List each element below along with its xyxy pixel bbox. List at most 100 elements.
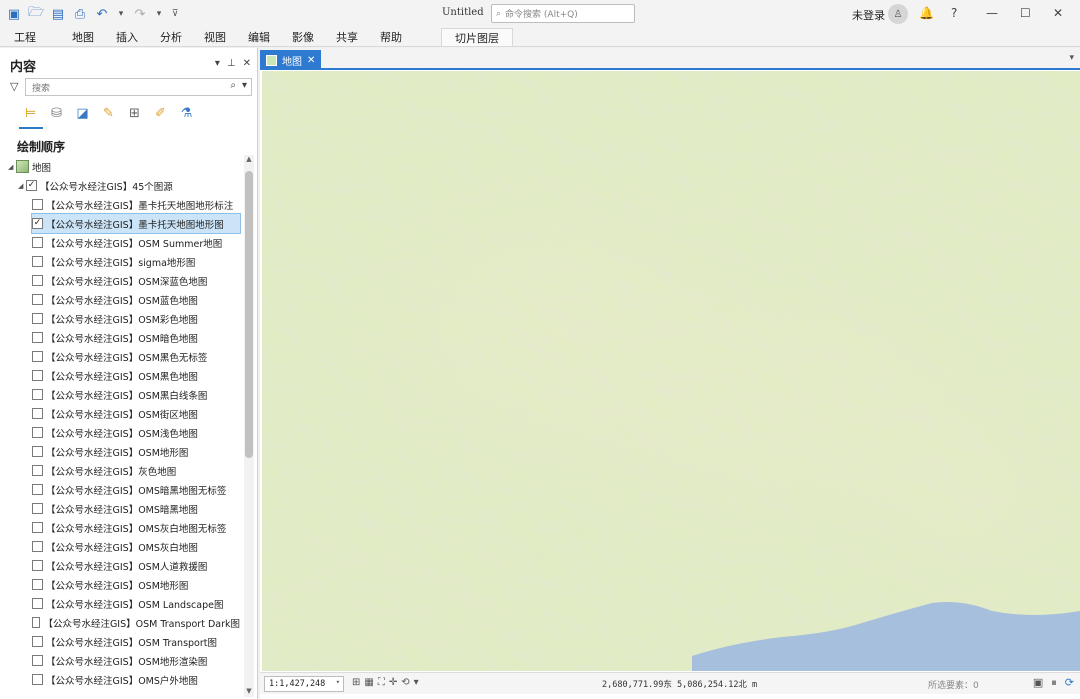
layer-row[interactable]: 【公众号水经注GIS】sigma地形图 [32,252,240,271]
layer-row[interactable]: 【公众号水经注GIS】OSM黑色地图 [32,366,240,385]
tab-edit[interactable]: 编辑 [237,28,281,46]
contents-search-input[interactable]: 搜索 ⌕ ▾ [25,78,252,96]
data-source-icon[interactable]: ⛁ [48,105,65,122]
snapping-icon[interactable]: ⊞ [126,105,143,122]
tab-map[interactable]: 地图 [61,28,105,46]
labeling-icon[interactable]: ✐ [152,105,169,122]
layer-row[interactable]: 【公众号水经注GIS】OSM深蓝色地图 [32,271,240,290]
perspective-imagery-icon[interactable]: ⚗ [178,105,195,122]
layer-row[interactable]: 【公众号水经注GIS】OMS暗黑地图 [32,499,240,518]
scale-selector[interactable]: 1:1,427,248 ▾ [264,676,344,692]
rotate-icon[interactable]: ⟲ [401,677,409,688]
undo-icon[interactable]: ↶ [94,6,110,22]
project-icon[interactable]: ▣ [6,6,22,22]
refresh-icon[interactable]: ⟳ [1065,676,1074,690]
maximize-icon[interactable]: ☐ [1020,6,1031,20]
notification-bell-icon[interactable]: 🔔 [919,6,934,20]
layer-visibility-checkbox[interactable] [32,598,43,609]
group-layer-node[interactable]: ◢ ✓ 【公众号水经注GIS】45个图源 [18,176,173,195]
layer-visibility-checkbox[interactable] [32,427,43,438]
layer-visibility-checkbox[interactable] [32,560,43,571]
tab-analysis[interactable]: 分析 [149,28,193,46]
layer-row[interactable]: 【公众号水经注GIS】墨卡托天地图地形标注 [32,195,240,214]
map-node[interactable]: ◢ 地图 [8,157,51,176]
open-icon[interactable]: 🗁 [28,5,44,22]
layer-visibility-checkbox[interactable] [32,199,43,210]
layer-visibility-checkbox[interactable] [32,332,43,343]
scroll-up-icon[interactable]: ▲ [244,155,254,165]
layer-visibility-checkbox[interactable] [32,503,43,514]
scroll-down-icon[interactable]: ▼ [244,687,254,697]
editing-icon[interactable]: ✎ [100,105,117,122]
tab-share[interactable]: 共享 [325,28,369,46]
avatar[interactable]: ♙ [888,4,908,24]
layer-visibility-checkbox[interactable] [32,465,43,476]
layer-row[interactable]: 【公众号水经注GIS】OSM Summer地图 [32,233,240,252]
layer-row[interactable]: 【公众号水经注GIS】OSM Transport Dark图 [32,613,240,632]
layer-row[interactable]: 【公众号水经注GIS】OSM街区地图 [32,404,240,423]
layer-row[interactable]: 【公众号水经注GIS】OSM彩色地图 [32,309,240,328]
layer-row[interactable]: 【公众号水经注GIS】OSM地形图 [32,442,240,461]
nav-dropdown-icon[interactable]: ▾ [414,677,419,688]
selection-icon[interactable]: ◪ [74,105,91,122]
collapse-icon[interactable]: ◢ [18,182,26,190]
layer-row[interactable]: 【公众号水经注GIS】OSM Transport图 [32,632,240,651]
collapse-icon[interactable]: ◢ [8,163,16,171]
layer-visibility-checkbox[interactable] [32,484,43,495]
layer-visibility-checkbox[interactable] [32,617,41,628]
command-search-input[interactable]: ⌕ 命令搜索 (Alt+Q) [491,4,635,23]
pane-options-icon[interactable]: ▾ [215,58,220,69]
tab-insert[interactable]: 插入 [105,28,149,46]
table-icon[interactable]: ▣ [1033,676,1043,690]
group-visibility-checkbox[interactable]: ✓ [26,180,37,191]
pane-close-icon[interactable]: ✕ [243,58,251,69]
tab-help[interactable]: 帮助 [369,28,413,46]
layer-visibility-checkbox[interactable] [32,294,43,305]
layer-visibility-checkbox[interactable] [32,313,43,324]
layer-visibility-checkbox[interactable]: ✓ [32,218,43,229]
layer-visibility-checkbox[interactable] [32,655,43,666]
layer-visibility-checkbox[interactable] [32,351,43,362]
scale-dropdown-icon[interactable]: ▾ [336,678,340,686]
crosshair-icon[interactable]: ✛ [389,677,397,688]
layer-row[interactable]: 【公众号水经注GIS】灰色地图 [32,461,240,480]
grid-icon[interactable]: ▦ [364,677,373,688]
layer-row[interactable]: 【公众号水经注GIS】OSM黑色无标签 [32,347,240,366]
layer-row[interactable]: 【公众号水经注GIS】OMS暗黑地图无标签 [32,480,240,499]
layer-visibility-checkbox[interactable] [32,541,43,552]
print-icon[interactable]: ⎙ [72,6,88,22]
account-status[interactable]: 未登录 [852,7,885,23]
layer-visibility-checkbox[interactable] [32,370,43,381]
layer-visibility-checkbox[interactable] [32,256,43,267]
layer-visibility-checkbox[interactable] [32,237,43,248]
redo-dropdown-icon[interactable]: ▾ [154,6,164,22]
close-icon[interactable]: ✕ [1053,6,1063,20]
layer-row[interactable]: ✓ 【公众号水经注GIS】墨卡托天地图地形图 [31,213,241,234]
drawing-order-icon[interactable]: ⊨ [22,105,39,122]
layer-visibility-checkbox[interactable] [32,579,43,590]
fixed-zoom-icon[interactable]: ⊞ [352,677,360,688]
layer-row[interactable]: 【公众号水经注GIS】OMS灰白地图无标签 [32,518,240,537]
tab-view[interactable]: 视图 [193,28,237,46]
layer-visibility-checkbox[interactable] [32,674,43,685]
map-tab[interactable]: 地图 ✕ [260,50,322,70]
pin-icon[interactable]: ⊥ [227,58,236,69]
layer-row[interactable]: 【公众号水经注GIS】OMS灰白地图 [32,537,240,556]
map-canvas[interactable]: ☰ [262,71,1080,671]
help-icon[interactable]: ? [951,6,957,20]
layer-row[interactable]: 【公众号水经注GIS】OSM黑白线条图 [32,385,240,404]
undo-dropdown-icon[interactable]: ▾ [116,6,126,22]
tab-imagery[interactable]: 影像 [281,28,325,46]
layer-row[interactable]: 【公众号水经注GIS】OSM地形渲染图 [32,651,240,670]
tab-close-icon[interactable]: ✕ [307,55,315,66]
layer-row[interactable]: 【公众号水经注GIS】OSM蓝色地图 [32,290,240,309]
contents-scrollbar[interactable]: ▲ ▼ [244,155,254,697]
search-icon[interactable]: ⌕ [230,80,236,91]
layer-visibility-checkbox[interactable] [32,389,43,400]
layer-row[interactable]: 【公众号水经注GIS】OSM暗色地图 [32,328,240,347]
layer-row[interactable]: 【公众号水经注GIS】OSM人道救援图 [32,556,240,575]
full-extent-icon[interactable]: ⛶ [378,677,385,688]
layer-row[interactable]: 【公众号水经注GIS】OSM浅色地图 [32,423,240,442]
layer-visibility-checkbox[interactable] [32,446,43,457]
scroll-thumb[interactable] [245,171,253,458]
